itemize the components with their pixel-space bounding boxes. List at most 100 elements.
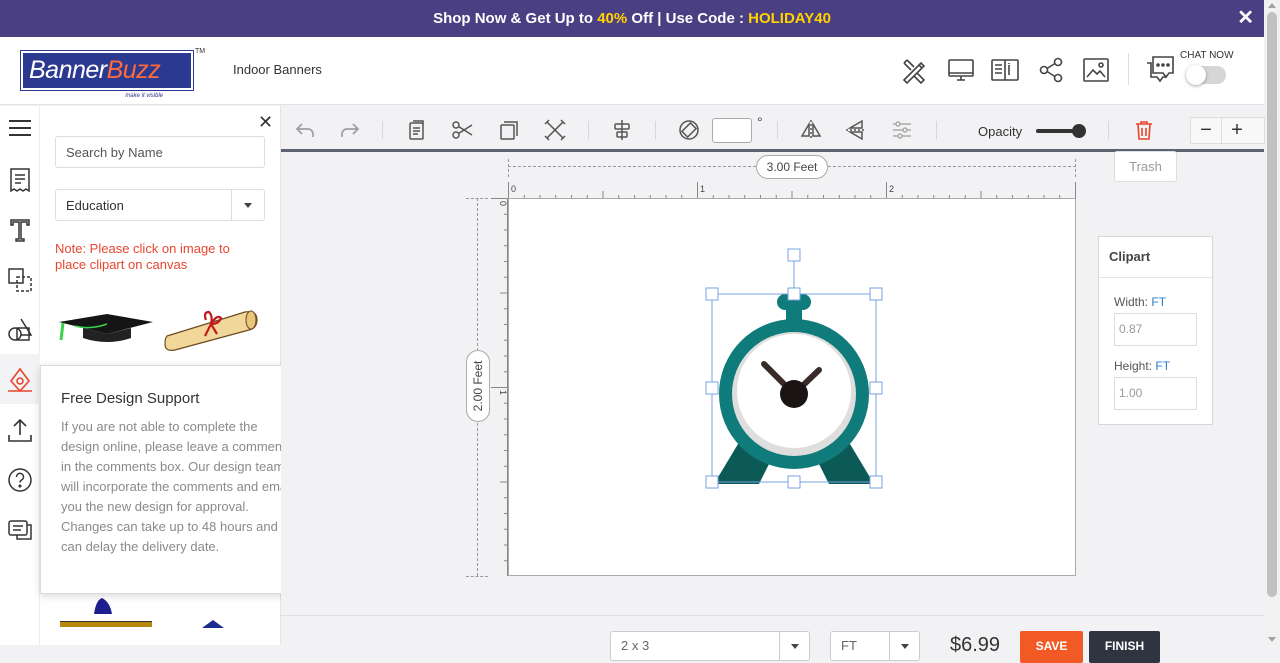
diploma-scroll-clipart[interactable]	[161, 302, 261, 352]
finish-button[interactable]: FINISH	[1089, 631, 1160, 663]
unit-select[interactable]: FT	[830, 631, 920, 661]
chat-icon[interactable]	[1143, 53, 1177, 87]
scrollbar-thumb[interactable]	[1267, 12, 1277, 597]
logo-tagline: make it visible	[125, 93, 163, 99]
desktop-preview-icon[interactable]	[946, 55, 976, 85]
height-dimension-tick	[466, 198, 488, 199]
opacity-label: Opacity	[978, 124, 1023, 139]
clipart-thumbnail-partial[interactable]	[60, 621, 152, 627]
toolbar-divider	[1108, 121, 1109, 139]
layers-icon[interactable]	[5, 265, 35, 295]
graduation-cap-clipart[interactable]	[55, 306, 155, 356]
horizontal-ruler: 0 1 2	[508, 182, 1076, 199]
toolbar-divider	[936, 121, 937, 139]
chevron-down-icon[interactable]	[889, 632, 919, 660]
site-header: Banner Buzz make it visible TM Indoor Ban…	[0, 37, 1264, 105]
clock-clipart[interactable]	[704, 244, 884, 494]
height-unit: FT	[1155, 359, 1171, 373]
chat-toggle[interactable]	[1186, 65, 1226, 85]
toolbar-divider	[588, 121, 589, 139]
width-field[interactable]: 0.87	[1114, 313, 1197, 346]
cut-icon[interactable]	[451, 118, 475, 142]
clipart-properties-panel: Clipart Width: FT 0.87 Height: FT 1.00	[1098, 236, 1213, 425]
editor-toolbar: ° Opacity − +	[281, 106, 1265, 152]
width-dimension-tick	[1075, 159, 1076, 177]
height-field[interactable]: 1.00	[1114, 377, 1197, 410]
adjust-sliders-icon[interactable]	[890, 118, 914, 142]
align-center-icon[interactable]	[610, 118, 634, 142]
category-select[interactable]: Education	[55, 189, 265, 221]
scroll-up-icon[interactable]	[1268, 3, 1276, 8]
toggle-knob	[1186, 65, 1206, 85]
page-scrollbar[interactable]	[1264, 0, 1280, 645]
design-support-popup: ✕ Free Design Support If you are not abl…	[40, 365, 310, 594]
logo-banner-text: Banner	[29, 56, 107, 84]
clock-graphic	[714, 294, 874, 484]
clipart-search-input[interactable]	[55, 136, 265, 168]
clipart-icon[interactable]	[5, 365, 35, 395]
scroll-down-icon[interactable]	[1268, 637, 1276, 642]
trash-icon[interactable]	[1132, 118, 1156, 142]
ruler-label: 1	[700, 184, 705, 194]
promo-close-icon[interactable]: ✕	[1237, 8, 1254, 28]
tool-rail	[0, 106, 40, 645]
opacity-slider-handle[interactable]	[1072, 124, 1086, 138]
price-label: $6.99	[950, 634, 1001, 656]
promo-code: HOLIDAY40	[748, 10, 831, 27]
paste-icon[interactable]	[405, 118, 429, 142]
ruler-label: 0	[498, 201, 508, 206]
trademark: TM	[195, 48, 206, 55]
rotation-input[interactable]	[712, 118, 752, 143]
help-icon[interactable]	[5, 465, 35, 495]
size-select[interactable]: 2 x 3	[610, 631, 810, 661]
placement-note: Note: Please click on image to place cli…	[55, 241, 230, 272]
height-dimension-tick	[466, 576, 488, 577]
rotate-icon[interactable]	[677, 118, 701, 142]
width-label: Width: FT	[1114, 295, 1166, 309]
design-artboard[interactable]	[508, 198, 1076, 576]
chat-now-label: CHAT NOW	[1180, 50, 1234, 61]
flip-horizontal-icon[interactable]	[799, 118, 823, 142]
width-label-text: Width:	[1114, 295, 1149, 309]
promo-prefix: Shop Now & Get Up to	[433, 10, 598, 27]
promo-discount: 40%	[597, 10, 628, 27]
header-divider	[1128, 53, 1129, 85]
ruler-label: 0	[511, 184, 516, 194]
chevron-down-icon[interactable]	[231, 190, 264, 220]
logo-buzz-text: Buzz	[106, 56, 161, 84]
menu-icon[interactable]	[5, 113, 35, 143]
promo-banner[interactable]: Shop Now & Get Up to 40% Off | Use Code …	[0, 0, 1264, 37]
height-dimension-pill: 2.00 Feet	[466, 350, 490, 422]
width-dimension-label: 3.00 Feet	[756, 155, 828, 179]
category-value: Education	[66, 197, 124, 213]
popup-title: Free Design Support	[61, 390, 200, 407]
delete-x-icon[interactable]	[543, 118, 567, 142]
share-icon[interactable]	[1036, 55, 1066, 85]
bannerbuzz-logo[interactable]: Banner Buzz make it visible	[20, 50, 194, 99]
undo-icon[interactable]	[293, 118, 317, 142]
save-button[interactable]: SAVE	[1020, 631, 1083, 663]
zoom-in-button[interactable]: +	[1222, 118, 1252, 143]
zoom-out-button[interactable]: −	[1191, 118, 1221, 143]
panel-divider	[1099, 277, 1212, 278]
guide-book-icon[interactable]	[990, 55, 1020, 85]
height-dimension-label: 2.00 Feet	[471, 360, 485, 412]
duplicate-icon[interactable]	[497, 118, 521, 142]
panel-close-icon[interactable]: ✕	[258, 112, 273, 133]
chevron-down-icon[interactable]	[779, 632, 809, 660]
clipart-thumbnail-partial[interactable]	[88, 594, 118, 614]
templates-icon[interactable]	[5, 165, 35, 195]
shapes-icon[interactable]	[5, 315, 35, 345]
clipart-thumbnail-partial[interactable]	[200, 618, 226, 628]
width-dimension-tick	[508, 159, 509, 177]
design-tools-icon[interactable]	[899, 55, 929, 85]
flip-vertical-icon[interactable]	[844, 118, 868, 142]
toolbar-divider	[655, 121, 656, 139]
redo-icon[interactable]	[338, 118, 362, 142]
toolbar-divider	[382, 121, 383, 139]
breadcrumb[interactable]: Indoor Banners	[233, 62, 322, 77]
comments-icon[interactable]	[5, 515, 35, 545]
text-tool-icon[interactable]	[5, 215, 35, 245]
upload-icon[interactable]	[5, 415, 35, 445]
image-gallery-icon[interactable]	[1081, 55, 1111, 85]
